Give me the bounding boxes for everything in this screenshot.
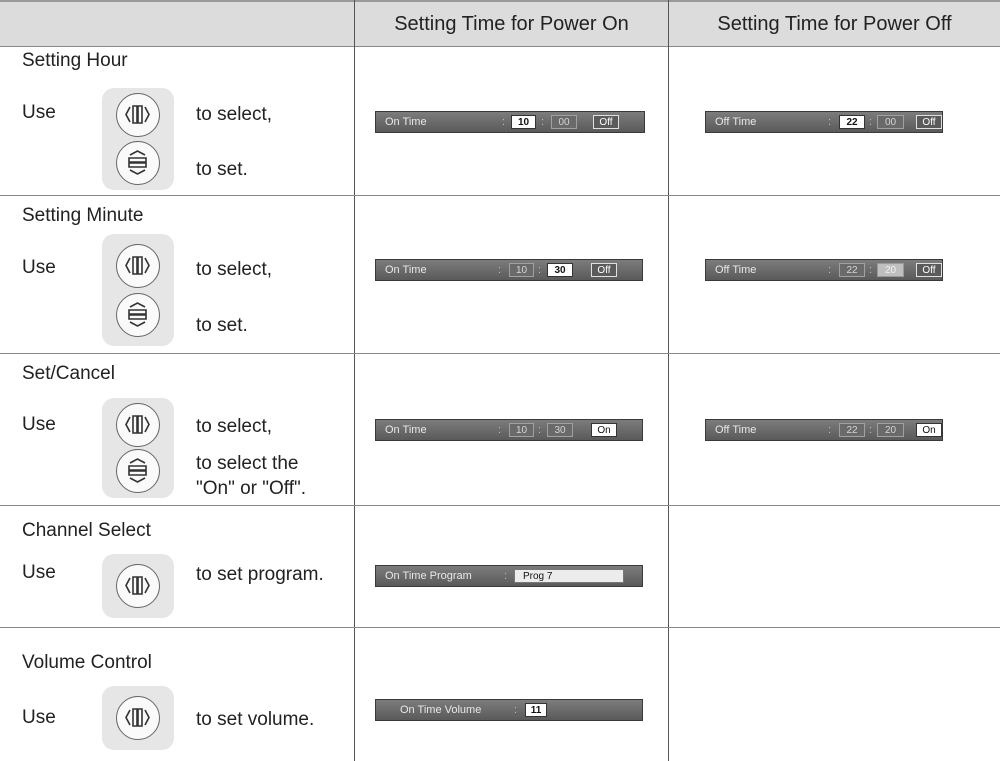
- use-label: Use: [22, 414, 56, 435]
- on-time-osd: On Time : 10 : 30 On: [375, 419, 643, 441]
- osd-label: Off Time: [715, 424, 757, 436]
- osd-colon: :: [828, 424, 832, 436]
- left-right-button-icon: [116, 696, 160, 740]
- timer-settings-table: Setting Time for Power On Setting Time f…: [0, 0, 1000, 761]
- osd-colon: :: [538, 264, 542, 276]
- row-divider: [0, 627, 1000, 628]
- remote-buttons: [102, 398, 174, 498]
- osd-label: On Time: [385, 116, 427, 128]
- row-title: Setting Minute: [22, 205, 144, 226]
- on-time-osd: On Time : 10 : 00 Off: [375, 111, 645, 133]
- minute-field: 00: [551, 115, 577, 129]
- on-off-toggle: On: [591, 423, 617, 437]
- osd-label: On Time: [385, 424, 427, 436]
- osd-colon: :: [869, 116, 873, 128]
- header-empty-cell: [0, 0, 354, 47]
- use-label: Use: [22, 102, 56, 123]
- header-power-off: Setting Time for Power Off: [669, 0, 1000, 47]
- row-title: Volume Control: [22, 652, 152, 673]
- osd-colon: :: [498, 424, 502, 436]
- header-power-on: Setting Time for Power On: [355, 0, 668, 47]
- osd-colon: :: [504, 570, 508, 582]
- off-time-osd: Off Time : 22 : 00 Off: [705, 111, 943, 133]
- on-off-toggle: Off: [916, 263, 942, 277]
- instruction-set: to set.: [196, 315, 248, 336]
- on-time-osd: On Time : 10 : 30 Off: [375, 259, 643, 281]
- use-label: Use: [22, 562, 56, 583]
- remote-buttons: [102, 554, 174, 618]
- osd-label: On Time Program: [385, 570, 472, 582]
- on-time-program-osd: On Time Program : Prog 7: [375, 565, 643, 587]
- on-off-toggle: Off: [916, 115, 942, 129]
- on-off-toggle: On: [916, 423, 942, 437]
- remote-buttons: [102, 234, 174, 346]
- row-divider: [0, 505, 1000, 506]
- up-down-button-icon: [116, 293, 160, 337]
- minute-field: 20: [877, 263, 904, 277]
- row-divider: [0, 353, 1000, 354]
- minute-field: 30: [547, 423, 573, 437]
- up-down-button-icon: [116, 449, 160, 493]
- instruction-select: to select,: [196, 104, 273, 125]
- left-right-button-icon: [116, 564, 160, 608]
- osd-label: On Time: [385, 264, 427, 276]
- off-time-osd: Off Time : 22 : 20 On: [705, 419, 943, 441]
- instruction-set: to set.: [196, 159, 248, 180]
- instruction-set-program: to set program.: [196, 564, 324, 585]
- osd-label: On Time Volume: [400, 704, 482, 716]
- minute-field: 30: [547, 263, 573, 277]
- instruction-select: to select,: [196, 259, 273, 280]
- osd-colon: :: [514, 704, 518, 716]
- on-off-toggle: Off: [591, 263, 617, 277]
- minute-field: 00: [877, 115, 904, 129]
- row-divider: [0, 195, 1000, 196]
- use-label: Use: [22, 707, 56, 728]
- hour-field: 22: [839, 423, 865, 437]
- instruction-set-line1: to select the: [196, 453, 299, 474]
- minute-field: 20: [877, 423, 904, 437]
- program-field: Prog 7: [514, 569, 624, 583]
- row-title: Setting Hour: [22, 50, 128, 71]
- osd-colon: :: [498, 264, 502, 276]
- row-title: Channel Select: [22, 520, 151, 541]
- osd-colon: :: [828, 116, 832, 128]
- hour-field: 22: [839, 115, 865, 129]
- off-time-osd: Off Time : 22 : 20 Off: [705, 259, 943, 281]
- osd-colon: :: [828, 264, 832, 276]
- remote-buttons: [102, 686, 174, 750]
- osd-label: Off Time: [715, 264, 757, 276]
- use-label: Use: [22, 257, 56, 278]
- hour-field: 10: [509, 423, 534, 437]
- hour-field: 22: [839, 263, 865, 277]
- hour-field: 10: [509, 263, 534, 277]
- osd-colon: :: [869, 424, 873, 436]
- osd-colon: :: [502, 116, 506, 128]
- instruction-set-volume: to set volume.: [196, 709, 315, 730]
- on-time-volume-osd: On Time Volume : 11: [375, 699, 643, 721]
- instruction-set-line2: "On" or "Off".: [196, 478, 307, 499]
- left-right-button-icon: [116, 93, 160, 137]
- up-down-button-icon: [116, 141, 160, 185]
- remote-buttons: [102, 88, 174, 190]
- left-right-button-icon: [116, 244, 160, 288]
- on-off-toggle: Off: [593, 115, 619, 129]
- osd-colon: :: [541, 116, 545, 128]
- osd-colon: :: [869, 264, 873, 276]
- instruction-select: to select,: [196, 416, 273, 437]
- row-title: Set/Cancel: [22, 363, 115, 384]
- hour-field: 10: [511, 115, 536, 129]
- column-divider: [354, 0, 355, 761]
- left-right-button-icon: [116, 403, 160, 447]
- osd-label: Off Time: [715, 116, 757, 128]
- osd-colon: :: [538, 424, 542, 436]
- volume-field: 11: [525, 703, 547, 717]
- column-divider: [668, 0, 669, 761]
